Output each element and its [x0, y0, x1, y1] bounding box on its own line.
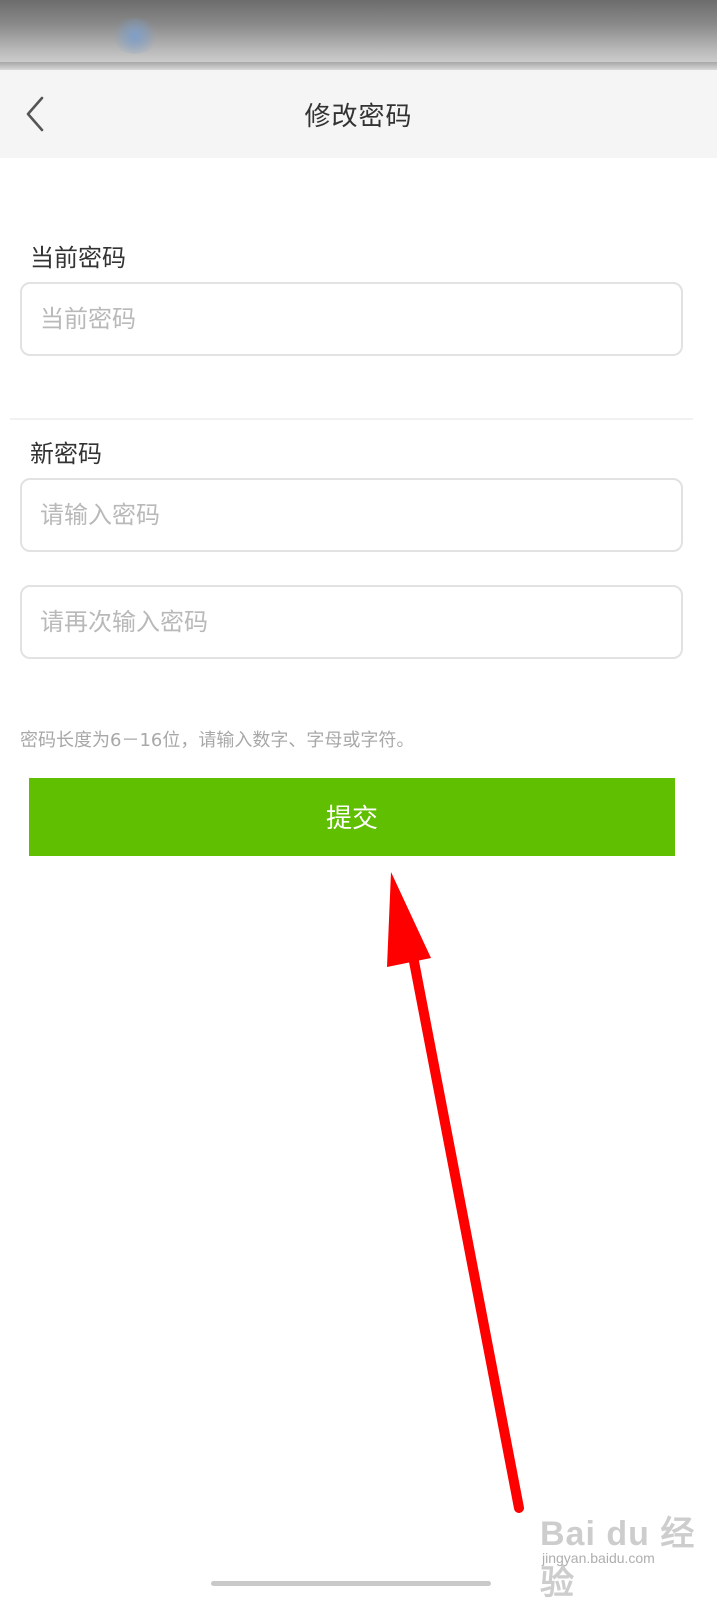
- submit-button[interactable]: 提交: [29, 778, 675, 856]
- current-password-label: 当前密码: [30, 244, 126, 272]
- home-indicator[interactable]: [211, 1581, 491, 1586]
- status-bar-shadow: [0, 62, 717, 70]
- annotation-arrow-head: [387, 872, 431, 967]
- page-title: 修改密码: [304, 102, 413, 132]
- confirm-password-input[interactable]: [22, 587, 681, 657]
- new-password-input[interactable]: [22, 480, 681, 550]
- current-password-input[interactable]: [22, 284, 681, 354]
- watermark-url: jingyan.baidu.com: [542, 1550, 655, 1566]
- status-icon: [110, 18, 160, 54]
- status-bar: [0, 0, 717, 70]
- confirm-password-field-box: [20, 585, 683, 659]
- new-password-field-box: [20, 478, 683, 552]
- section-divider: [10, 418, 693, 420]
- app-header: 修改密码: [0, 70, 717, 158]
- change-password-screen: 修改密码 当前密码 新密码 密码长度为6－16位，请输入数字、字母或字符。 提交…: [0, 0, 717, 1600]
- password-rule-hint: 密码长度为6－16位，请输入数字、字母或字符。: [20, 730, 415, 751]
- new-password-label: 新密码: [30, 440, 102, 468]
- baidu-jingyan-watermark: Bai du 经验 jingyan.baidu.com: [540, 1498, 710, 1600]
- annotation-arrow-shaft: [402, 920, 524, 1513]
- current-password-field-box: [20, 282, 683, 356]
